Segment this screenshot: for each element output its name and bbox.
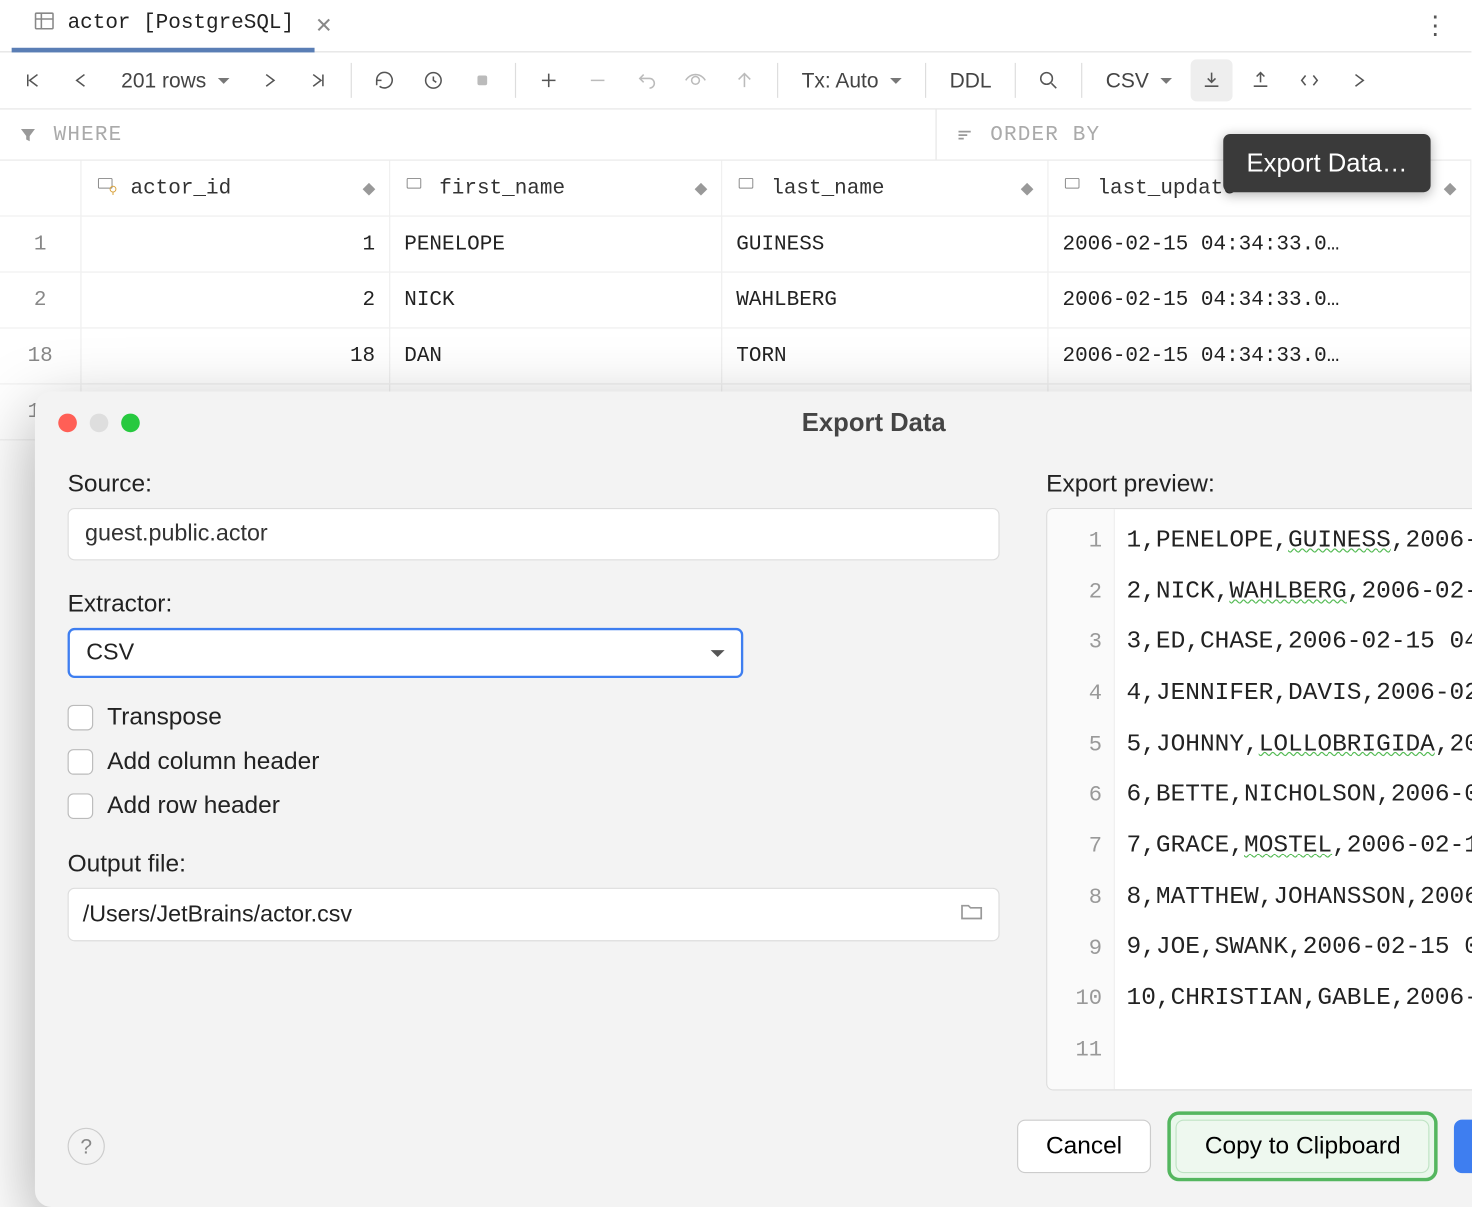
orderby-label: ORDER BY: [990, 123, 1100, 146]
where-filter[interactable]: WHERE: [0, 110, 935, 160]
column-header-first-name[interactable]: first_name ◆: [390, 161, 722, 216]
row-count-dropdown[interactable]: 201 rows: [110, 63, 242, 97]
column-icon: [1062, 174, 1085, 203]
stop-icon[interactable]: [461, 59, 503, 101]
column-header-last-name[interactable]: last_name ◆: [722, 161, 1048, 216]
add-row-icon[interactable]: [528, 59, 570, 101]
refresh-icon[interactable]: [364, 59, 406, 101]
cell-last-update[interactable]: 2006-02-15 04:34:33.0…: [1049, 217, 1472, 272]
cell-actor-id[interactable]: 2: [82, 273, 391, 328]
row-number[interactable]: 18: [0, 329, 82, 384]
cell-last-name[interactable]: WAHLBERG: [722, 273, 1048, 328]
gutter-header[interactable]: [0, 161, 82, 216]
checkbox-icon: [68, 793, 94, 819]
ddl-button[interactable]: DDL: [938, 63, 1003, 97]
table-row[interactable]: 2 2 NICK WAHLBERG 2006-02-15 04:34:33.0…: [0, 273, 1471, 329]
checkbox-icon: [68, 705, 94, 731]
preview-label: Export preview:: [1046, 471, 1472, 499]
cell-first-name[interactable]: PENELOPE: [390, 217, 722, 272]
cell-last-update[interactable]: 2006-02-15 04:34:33.0…: [1049, 273, 1472, 328]
column-header-actor-id[interactable]: actor_id ◆: [82, 161, 391, 216]
search-icon[interactable]: [1028, 59, 1070, 101]
sort-indicator-icon: ◆: [1444, 178, 1457, 198]
history-icon[interactable]: [412, 59, 454, 101]
help-icon[interactable]: ?: [68, 1128, 105, 1165]
export-to-file-button[interactable]: Export to File: [1454, 1120, 1472, 1174]
source-field[interactable]: guest.public.actor: [68, 508, 1000, 560]
remove-row-icon[interactable]: [577, 59, 619, 101]
cell-actor-id[interactable]: 1: [82, 217, 391, 272]
output-file-field[interactable]: /Users/JetBrains/actor.csv: [68, 888, 1000, 942]
export-format-dropdown[interactable]: CSV: [1094, 63, 1184, 97]
tab-bar: actor [PostgreSQL] ✕ ⋮: [0, 0, 1471, 52]
sort-indicator-icon: ◆: [1021, 178, 1034, 198]
revert-icon[interactable]: [626, 59, 668, 101]
where-label: WHERE: [54, 123, 123, 146]
toolbar: 201 rows Tx: Auto DDL CSV: [0, 51, 1471, 109]
table-row[interactable]: 18 18 DAN TORN 2006-02-15 04:34:33.0…: [0, 329, 1471, 385]
add-column-header-checkbox[interactable]: Add column header: [68, 748, 1000, 776]
preview-box: 1234567891011 1,PENELOPE,GUINESS,2006-02…: [1046, 508, 1472, 1091]
preview-content[interactable]: 1,PENELOPE,GUINESS,2006-02-152,NICK,WAHL…: [1115, 509, 1472, 1089]
prev-page-icon[interactable]: [61, 59, 103, 101]
chevron-down-icon: [711, 640, 725, 667]
extractor-label: Extractor:: [68, 591, 1000, 619]
cell-last-name[interactable]: GUINESS: [722, 217, 1048, 272]
row-number[interactable]: 1: [0, 217, 82, 272]
cell-last-name[interactable]: TORN: [722, 329, 1048, 384]
tx-mode-dropdown[interactable]: Tx: Auto: [790, 63, 914, 97]
table-icon: [33, 9, 56, 38]
checkbox-icon: [68, 749, 94, 775]
copy-to-clipboard-button[interactable]: Copy to Clipboard: [1176, 1120, 1430, 1174]
transpose-checkbox[interactable]: Transpose: [68, 704, 1000, 732]
expand-icon[interactable]: [1338, 59, 1380, 101]
table-row[interactable]: 1 1 PENELOPE GUINESS 2006-02-15 04:34:33…: [0, 217, 1471, 273]
cancel-button[interactable]: Cancel: [1017, 1120, 1151, 1174]
cell-first-name[interactable]: NICK: [390, 273, 722, 328]
filter-icon: [16, 123, 39, 146]
column-icon: [736, 174, 759, 203]
column-icon: [404, 174, 427, 203]
output-file-label: Output file:: [68, 850, 1000, 878]
first-page-icon[interactable]: [12, 59, 54, 101]
sort-indicator-icon: ◆: [363, 178, 376, 198]
import-icon[interactable]: [1240, 59, 1282, 101]
export-data-dialog: Export Data Source: guest.public.actor E…: [35, 391, 1472, 1206]
next-page-icon[interactable]: [248, 59, 290, 101]
sort-icon: [953, 123, 976, 146]
last-page-icon[interactable]: [297, 59, 339, 101]
tooltip-export-data: Export Data…: [1223, 134, 1431, 192]
submit-icon[interactable]: [724, 59, 766, 101]
row-number[interactable]: 2: [0, 273, 82, 328]
cell-actor-id[interactable]: 18: [82, 329, 391, 384]
export-icon[interactable]: [1191, 59, 1233, 101]
dialog-titlebar[interactable]: Export Data: [35, 408, 1472, 450]
preview-changes-icon[interactable]: [675, 59, 717, 101]
tab-actor[interactable]: actor [PostgreSQL]: [12, 0, 315, 52]
folder-icon[interactable]: [959, 898, 985, 931]
source-label: Source:: [68, 471, 1000, 499]
compare-icon[interactable]: [1289, 59, 1331, 101]
key-column-icon: [96, 174, 119, 203]
dialog-title: Export Data: [82, 408, 1472, 438]
cell-first-name[interactable]: DAN: [390, 329, 722, 384]
extractor-select[interactable]: CSV: [68, 628, 744, 678]
kebab-menu-icon[interactable]: ⋮: [1411, 10, 1460, 40]
preview-gutter: 1234567891011: [1047, 509, 1115, 1089]
cell-last-update[interactable]: 2006-02-15 04:34:33.0…: [1049, 329, 1472, 384]
tab-title: actor [PostgreSQL]: [68, 12, 295, 35]
close-window-icon[interactable]: [58, 414, 77, 433]
close-icon[interactable]: ✕: [315, 13, 333, 37]
copy-highlight: Copy to Clipboard: [1168, 1111, 1438, 1181]
sort-indicator-icon: ◆: [695, 178, 708, 198]
add-row-header-checkbox[interactable]: Add row header: [68, 792, 1000, 820]
